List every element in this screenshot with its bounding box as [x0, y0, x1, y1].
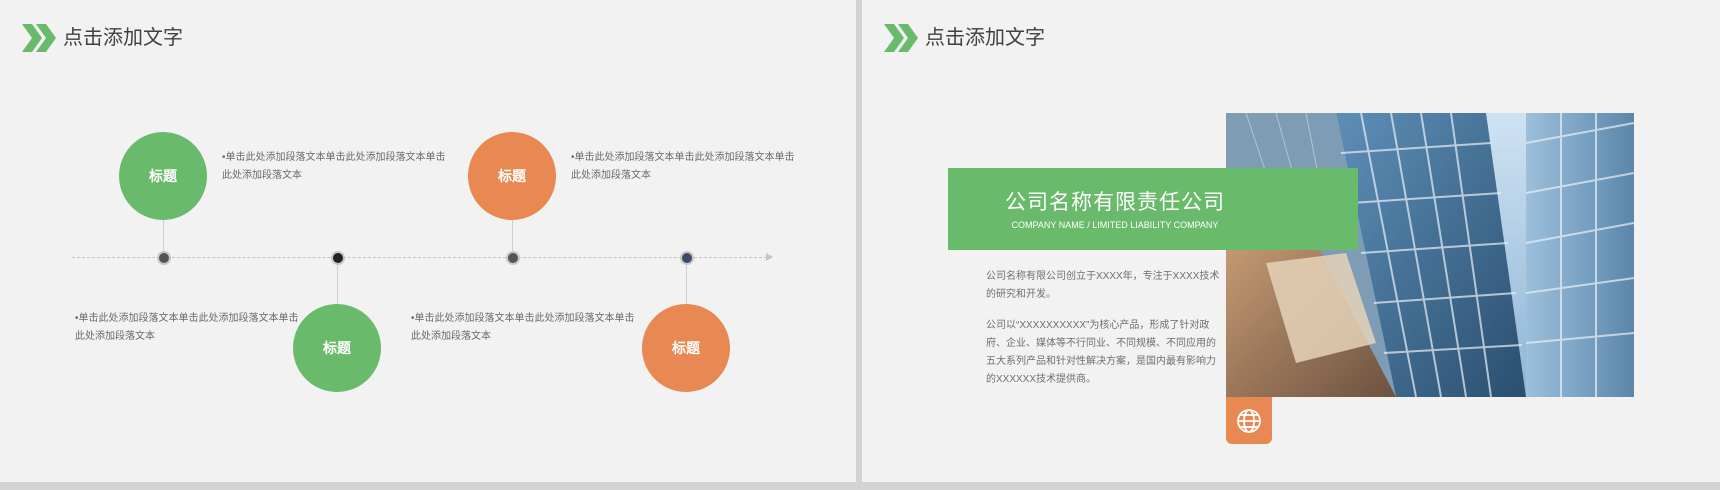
product-paragraph: 公司以“XXXXXXXXXX”为核心产品，形成了针对政府、企业、媒体等不行同业、…	[986, 320, 1216, 385]
timeline-dot	[506, 251, 520, 265]
title-circle-2[interactable]: 标题	[293, 304, 381, 392]
circle-label: 标题	[323, 340, 351, 356]
globe-icon	[1237, 408, 1261, 433]
intro-paragraph: 公司名称有限公司创立于XXXX年，专注于XXXX技术的研究和开发。	[986, 271, 1220, 300]
title-circle-1[interactable]: 标题	[119, 132, 207, 220]
globe-badge	[1226, 397, 1272, 444]
circle-label: 标题	[672, 340, 700, 356]
timeline-arrow-icon	[766, 253, 773, 261]
timeline-dot	[331, 251, 345, 265]
slide-left: 点击添加文字 标题 •单击此处添加段落文本单击此处添加段落文本单击此处添加段落文…	[0, 0, 856, 482]
double-chevron-icon	[884, 24, 918, 52]
timeline-dot	[157, 251, 171, 265]
item-text-3: •单击此处添加段落文本单击此处添加段落文本单击此处添加段落文本	[571, 152, 795, 181]
company-banner: 公司名称有限责任公司 COMPANY NAME / LIMITED LIABIL…	[948, 168, 1358, 250]
item-text-4: •单击此处添加段落文本单击此处添加段落文本单击此处添加段落文本	[411, 313, 635, 342]
company-name: 公司名称有限责任公司	[1005, 190, 1225, 214]
title-circle-3[interactable]: 标题	[468, 132, 556, 220]
page-title: 点击添加文字	[63, 27, 183, 49]
circle-label: 标题	[498, 168, 526, 184]
title-circle-4[interactable]: 标题	[642, 304, 730, 392]
double-chevron-icon	[22, 24, 56, 52]
timeline-axis	[72, 257, 772, 258]
page-title: 点击添加文字	[925, 27, 1045, 49]
company-name-en: COMPANY NAME / LIMITED LIABILITY COMPANY	[1011, 220, 1219, 230]
building-photo	[1226, 113, 1634, 397]
item-text-2: •单击此处添加段落文本单击此处添加段落文本单击此处添加段落文本	[75, 313, 299, 342]
circle-label: 标题	[149, 168, 177, 184]
slide-right: 点击添加文字 公司名称有限责任公司 COMPANY NAME / LIMITED…	[862, 0, 1720, 482]
timeline-dot	[680, 251, 694, 265]
item-text-1: •单击此处添加段落文本单击此处添加段落文本单击此处添加段落文本	[222, 152, 446, 181]
